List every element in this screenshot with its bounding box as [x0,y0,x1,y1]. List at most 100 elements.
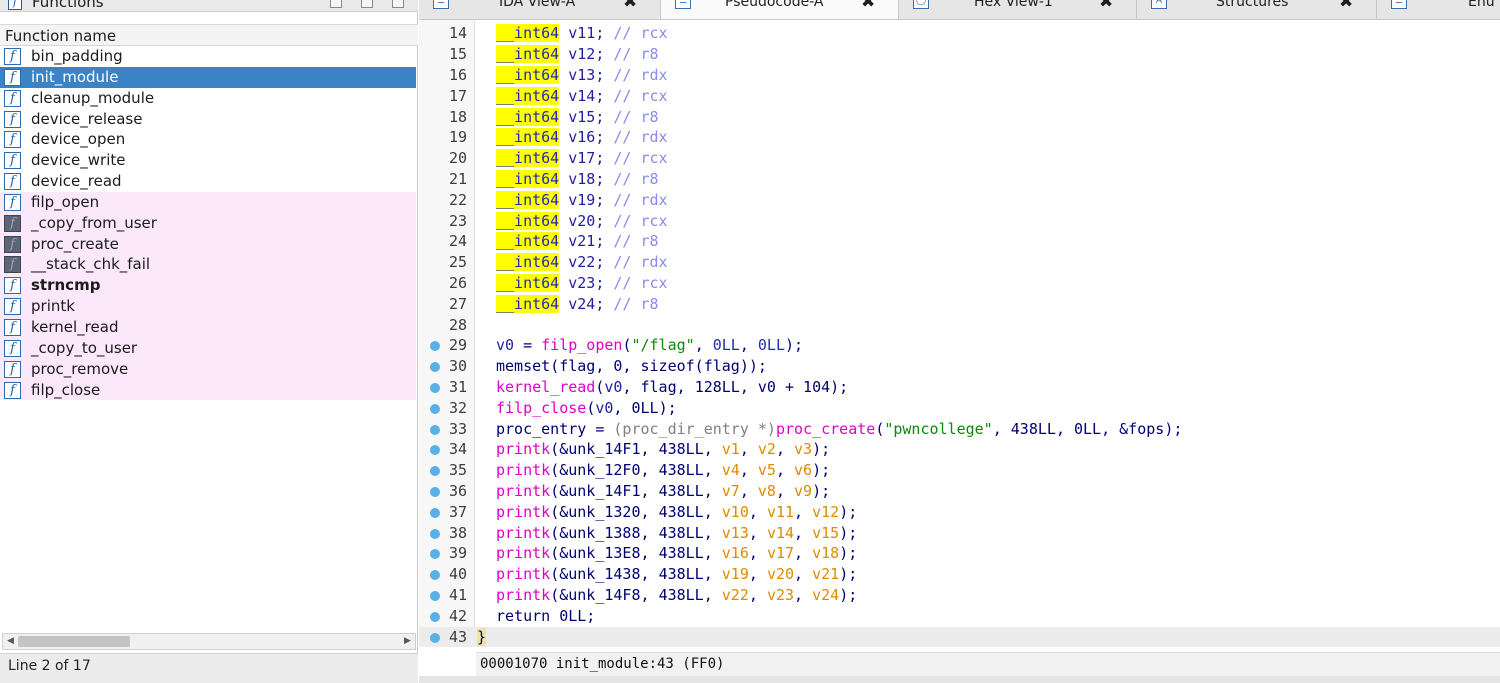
line-number: 19 [448,128,467,147]
code-line[interactable]: 26 __int64 v23; // rcx [419,273,1500,294]
code-line[interactable]: 33 proc_entry = (proc_dir_entry *)proc_cr… [419,419,1500,440]
line-number: 28 [448,315,467,334]
function-icon: f [4,360,21,378]
import-function-icon: f [4,256,21,274]
code-text: printk(&unk_14F1, 438LL, v7, v8, v9); [496,482,831,500]
close-tab-icon[interactable]: ✖ [1339,0,1353,12]
function-row-stack-chk-fail[interactable]: f __stack_chk_fail [0,254,416,276]
tab-enums[interactable]: ☰ Enu [1377,0,1500,19]
global-variable: v1 [721,440,740,459]
line-number: 30 [448,357,467,376]
code-line[interactable]: 21 __int64 v18; // r8 [419,169,1500,190]
function-name: strncmp [31,276,101,295]
line-number: 37 [448,502,467,521]
function-call: printk [496,502,551,521]
function-row-copy-from-user[interactable]: f _copy_from_user [0,212,416,234]
code-line[interactable]: 20 __int64 v17; // rcx [419,148,1500,169]
horizontal-scrollbar[interactable]: ◀ ▶ [2,633,416,650]
line-number: 17 [448,86,467,105]
function-row-device-write[interactable]: f device_write [0,150,416,171]
line-number: 20 [448,149,467,168]
pseudocode-view[interactable]: 14 __int64 v11; // rcx 15 __int64 v12; // r… [419,20,1500,650]
code-line[interactable]: 34 printk(&unk_14F1, 438LL, v1, v2, v3); [419,439,1500,460]
code-line[interactable]: 38 printk(&unk_1388, 438LL, v13, v14, v15… [419,523,1500,544]
function-icon: f [4,89,21,107]
type-keyword: __int64 [496,170,560,188]
minimize-icon[interactable] [330,0,342,8]
scroll-right-icon[interactable]: ▶ [401,635,414,648]
code-line[interactable]: 43} [419,626,1500,648]
code-line[interactable]: 17 __int64 v14; // rcx [419,86,1500,107]
function-row-bin-padding[interactable]: f bin_padding [0,46,416,67]
code-line[interactable]: 31 kernel_read(v0, flag, 128LL, v0 + 104)… [419,377,1500,398]
pseudocode-icon: ☰ [675,0,691,9]
code-line[interactable]: 27 __int64 v24; // r8 [419,294,1500,315]
line-number: 36 [448,482,467,500]
function-row-init-module[interactable]: f init_module [0,66,416,88]
function-row-device-release[interactable]: f device_release [0,109,416,130]
function-name-column-header[interactable]: Function name [0,24,418,46]
function-row-printk[interactable]: f printk [0,296,416,317]
function-name: proc_remove [31,359,129,378]
code-line[interactable]: 16 __int64 v13; // rdx [419,65,1500,86]
function-row-cleanup-module[interactable]: f cleanup_module [0,88,416,109]
code-line[interactable]: 30 memset(flag, 0, sizeof(flag)); [419,356,1500,377]
close-tab-icon[interactable]: ✖ [623,0,637,12]
function-row-kernel-read[interactable]: f kernel_read [0,316,416,338]
function-row-device-open[interactable]: f device_open [0,129,416,150]
code-line[interactable]: 42 return 0LL; [419,606,1500,627]
code-text: printk(&unk_1388, 438LL, v13, v14, v15); [496,523,858,542]
tab-hex-view-1[interactable]: ◯ Hex View-1 ✖ [899,0,1137,19]
code-line[interactable]: 36 printk(&unk_14F1, 438LL, v7, v8, v9); [419,481,1500,502]
code-line[interactable]: 41 printk(&unk_14F8, 438LL, v22, v23, v24… [419,585,1500,606]
code-text: __int64 v24; // r8 [496,294,659,313]
code-token: 438LL [658,565,704,584]
float-icon[interactable] [361,0,373,8]
close-tab-icon[interactable]: ✖ [1099,0,1113,12]
code-line[interactable]: 32 filp_close(v0, 0LL); [419,398,1500,419]
function-row-strncmp[interactable]: f strncmp [0,275,416,297]
code-line[interactable]: 39 printk(&unk_13E8, 438LL, v16, v17, v18… [419,543,1500,564]
type-keyword: __int64 [496,45,560,64]
global-variable: v18 [812,544,840,563]
close-icon[interactable] [392,0,404,8]
scrollbar-thumb[interactable] [18,636,130,647]
tab-ida-view-a[interactable]: ☰ IDA View-A ✖ [419,0,661,19]
scroll-left-icon[interactable]: ◀ [4,635,17,648]
register-name: rcx [640,149,668,168]
data-reference: &unk_12F0 [559,461,641,480]
code-line[interactable]: 29 v0 = filp_open("/flag", 0LL, 0LL); [419,335,1500,356]
string-literal: "/flag" [631,336,695,355]
tab-structures[interactable]: A Structures ✖ [1137,0,1377,19]
type-keyword: __int64 [496,190,560,209]
code-line[interactable]: 28 [419,315,1500,336]
code-line[interactable]: 25 __int64 v22; // rdx [419,252,1500,273]
pseudocode-status-bar: 00001070 init_module:43 (FF0) [476,652,1500,676]
function-icon: f [4,131,21,149]
code-line[interactable]: 23 __int64 v20; // rcx [419,211,1500,232]
code-line[interactable]: 24 __int64 v21; // r8 [419,231,1500,252]
function-name: bin_padding [31,47,123,65]
register-comment: // rcx [613,149,668,168]
tab-pseudocode-a[interactable]: ☰ Pseudocode-A ✖ [661,0,899,19]
code-line[interactable]: 19 __int64 v16; // rdx [419,127,1500,148]
function-row-proc-remove[interactable]: f proc_remove [0,358,416,380]
function-name: device_read [31,172,122,191]
function-row-device-read[interactable]: f device_read [0,171,416,192]
register-comment: // r8 [613,232,659,251]
code-line[interactable]: 37 printk(&unk_1320, 438LL, v10, v11, v12… [419,502,1500,523]
register-comment: // rcx [613,86,668,105]
code-line[interactable]: 18 __int64 v15; // r8 [419,107,1500,128]
code-line[interactable]: 40 printk(&unk_1438, 438LL, v19, v20, v21… [419,564,1500,585]
variable-name: v18 [568,170,596,188]
function-row-filp-open[interactable]: f filp_open [0,191,416,213]
close-tab-icon[interactable]: ✖ [861,0,875,12]
function-row-filp-close[interactable]: f filp_close [0,379,416,401]
code-line[interactable]: 15 __int64 v12; // r8 [419,44,1500,65]
code-line[interactable]: 22 __int64 v19; // rdx [419,190,1500,211]
code-line[interactable]: 14 __int64 v11; // rcx [419,23,1500,44]
function-row-proc-create[interactable]: f proc_create [0,233,416,255]
register-comment: // rcx [613,211,668,230]
function-row-copy-to-user[interactable]: f _copy_to_user [0,337,416,359]
code-line[interactable]: 35 printk(&unk_12F0, 438LL, v4, v5, v6); [419,460,1500,481]
